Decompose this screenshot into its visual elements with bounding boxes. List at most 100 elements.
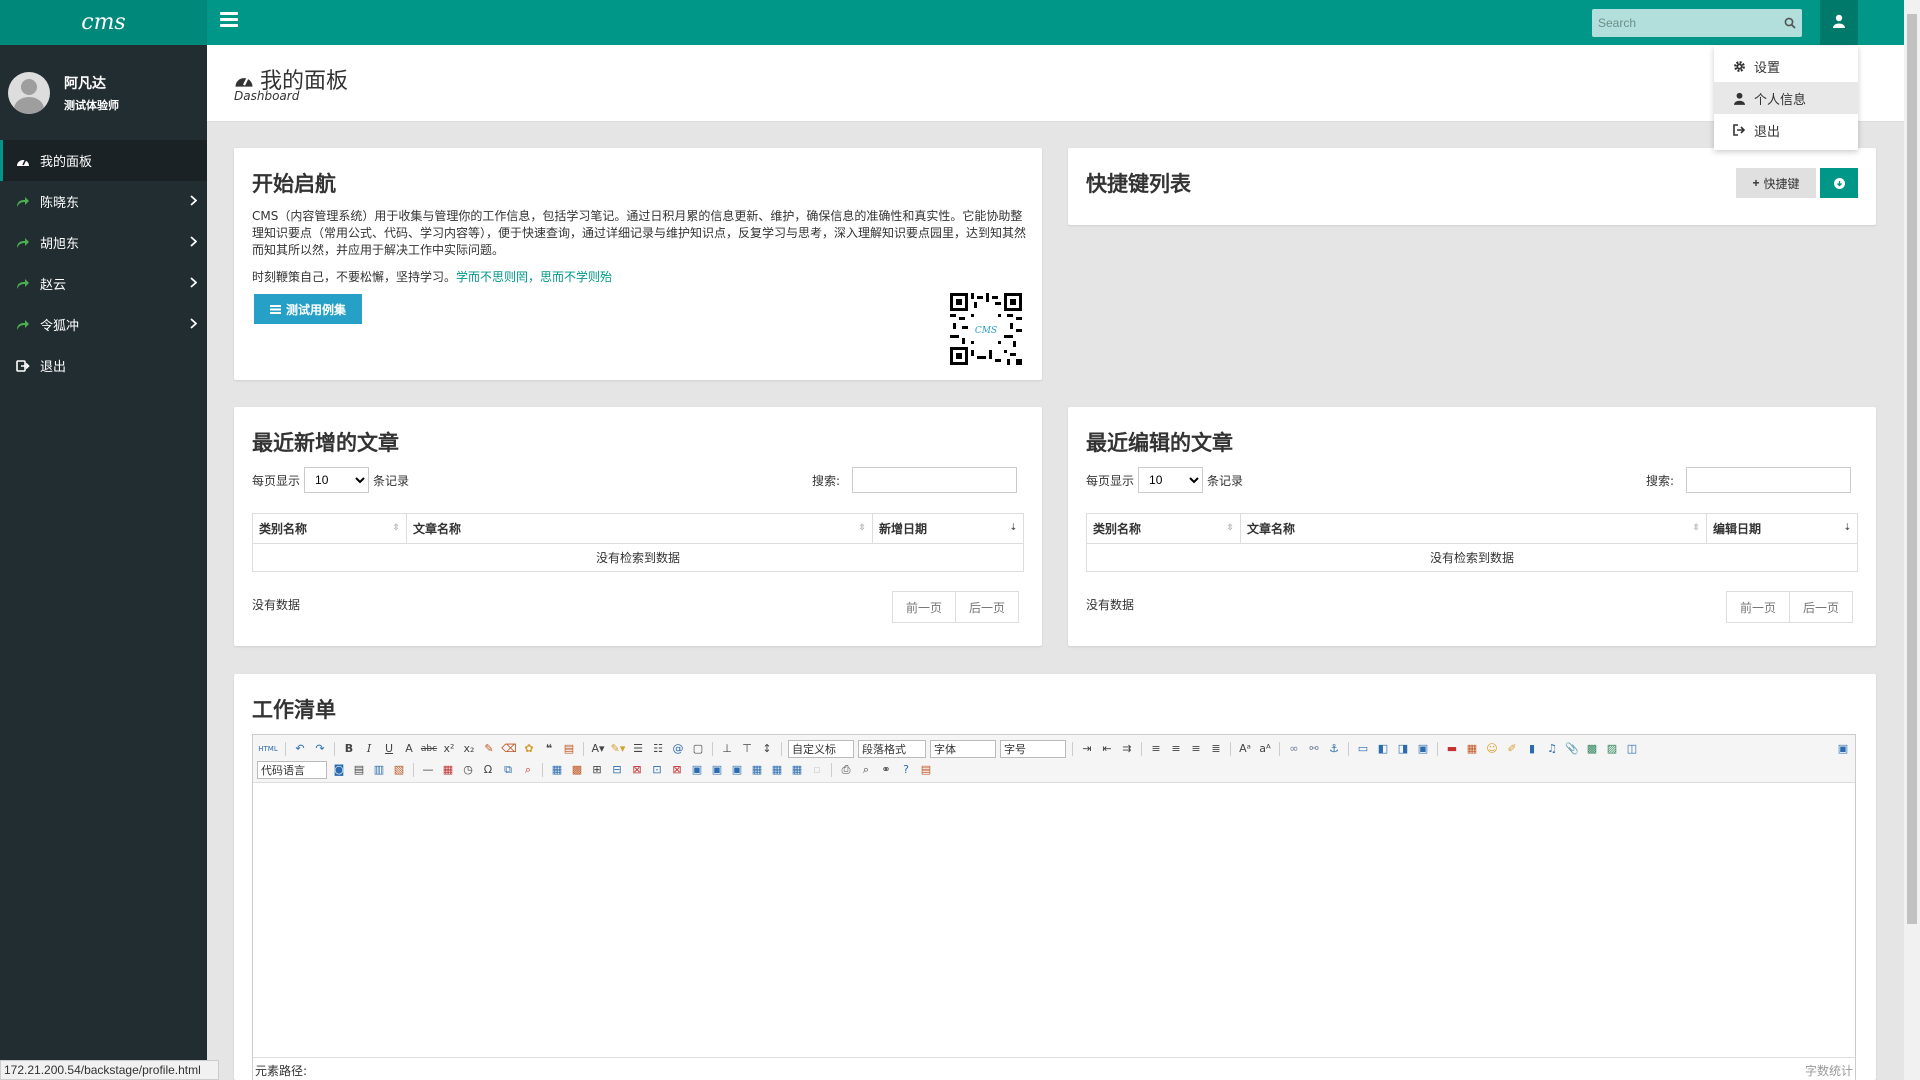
- fullscreen-icon[interactable]: ▣: [1835, 741, 1851, 757]
- brand-logo[interactable]: cms: [0, 0, 207, 45]
- custom-title-select[interactable]: 自定义标: [788, 739, 854, 758]
- template-icon[interactable]: ▤: [351, 762, 367, 778]
- uppercase-icon[interactable]: Aᵃ: [1237, 741, 1253, 757]
- menu-item-profile[interactable]: 个人信息: [1714, 82, 1858, 114]
- clear-doc-icon[interactable]: ▢: [690, 741, 706, 757]
- add-shortcut-button[interactable]: + 快捷键: [1736, 168, 1816, 198]
- print-icon[interactable]: ⎙: [838, 762, 854, 778]
- image-none-icon[interactable]: ▭: [1355, 741, 1371, 757]
- next-page-button[interactable]: 后一页: [1790, 591, 1854, 623]
- image-right-icon[interactable]: ◨: [1395, 741, 1411, 757]
- help-icon[interactable]: ?: [898, 762, 914, 778]
- delete-row-icon[interactable]: ⊠: [629, 762, 645, 778]
- per-page-select[interactable]: 10: [1138, 467, 1204, 493]
- delete-table-icon[interactable]: ▩: [569, 762, 585, 778]
- next-page-button[interactable]: 后一页: [956, 591, 1020, 623]
- search-icon[interactable]: [1778, 9, 1802, 37]
- font-family-select[interactable]: 字体: [930, 739, 996, 758]
- sidebar-item-chenxiaodong[interactable]: 陈晓东: [0, 181, 207, 222]
- blockquote-icon[interactable]: ❝: [541, 741, 557, 757]
- snapscreen-icon[interactable]: ⧉: [500, 762, 516, 778]
- ordered-list-icon[interactable]: ☰: [630, 741, 646, 757]
- strikethrough-icon[interactable]: abc: [421, 741, 437, 757]
- line-height-icon[interactable]: ↕: [759, 741, 775, 757]
- image-center-icon[interactable]: ▣: [1415, 741, 1431, 757]
- horizontal-rule-icon[interactable]: —: [420, 762, 436, 778]
- page-break-icon[interactable]: ◙: [331, 762, 347, 778]
- merge-right-icon[interactable]: ▣: [709, 762, 725, 778]
- scrollbar-thumb[interactable]: [1907, 14, 1917, 924]
- bold-icon[interactable]: B: [341, 741, 357, 757]
- column-header-article[interactable]: 文章名称 ⇳: [406, 513, 873, 544]
- direction-ltr-icon[interactable]: ⇥: [1079, 741, 1095, 757]
- sidebar-item-linghuchong[interactable]: 令狐冲: [0, 304, 207, 345]
- paragraph-format-select[interactable]: 段落格式: [858, 739, 926, 758]
- image-left-icon[interactable]: ◧: [1375, 741, 1391, 757]
- row-spacing-bottom-icon[interactable]: ⊤: [739, 741, 755, 757]
- search-input[interactable]: [1592, 9, 1778, 37]
- align-left-icon[interactable]: ≡: [1148, 741, 1164, 757]
- column-header-category[interactable]: 类别名称 ⇳: [252, 513, 407, 544]
- chart-icon[interactable]: ▫: [809, 762, 825, 778]
- font-size-select[interactable]: 字号: [1000, 739, 1066, 758]
- simple-upload-icon[interactable]: ▬: [1444, 741, 1460, 757]
- paste-plain-icon[interactable]: ▤: [561, 741, 577, 757]
- italic-icon[interactable]: I: [361, 741, 377, 757]
- prev-page-button[interactable]: 前一页: [892, 591, 957, 623]
- time-icon[interactable]: ◷: [460, 762, 476, 778]
- lowercase-icon[interactable]: aᴬ: [1257, 741, 1273, 757]
- anchor-icon[interactable]: ⚓: [1326, 741, 1342, 757]
- underline-icon[interactable]: U: [381, 741, 397, 757]
- html-source-button[interactable]: HTML: [257, 741, 279, 757]
- split-cols-icon[interactable]: ▦: [789, 762, 805, 778]
- column-header-category[interactable]: 类别名称 ⇳: [1086, 513, 1241, 544]
- drafts-icon[interactable]: ▤: [918, 762, 934, 778]
- wordimage-icon[interactable]: ▧: [391, 762, 407, 778]
- merge-down-icon[interactable]: ▣: [729, 762, 745, 778]
- align-justify-icon[interactable]: ≣: [1208, 741, 1224, 757]
- search-replace-icon[interactable]: ⌕: [520, 762, 536, 778]
- shortcut-action-button[interactable]: [1820, 168, 1858, 198]
- preview-icon[interactable]: ⌕: [858, 762, 874, 778]
- clear-format-icon[interactable]: ⌫: [501, 741, 517, 757]
- align-center-icon[interactable]: ≡: [1168, 741, 1184, 757]
- per-page-select[interactable]: 10: [304, 467, 370, 493]
- attachment-icon[interactable]: 📎: [1564, 741, 1580, 757]
- column-header-date[interactable]: 编辑日期 ⇣: [1706, 513, 1858, 544]
- align-right-icon[interactable]: ≡: [1188, 741, 1204, 757]
- editor-content-area[interactable]: [253, 783, 1855, 1057]
- font-color-icon[interactable]: A▾: [590, 741, 606, 757]
- format-match-icon[interactable]: ✎: [481, 741, 497, 757]
- insert-row-icon[interactable]: ⊟: [609, 762, 625, 778]
- gmap-icon[interactable]: ▨: [1604, 741, 1620, 757]
- column-header-article[interactable]: 文章名称 ⇳: [1240, 513, 1707, 544]
- test-cases-button[interactable]: 测试用例集: [254, 294, 362, 324]
- search-replace-binoculars-icon[interactable]: ⚭: [878, 762, 894, 778]
- emotion-icon[interactable]: ☺: [1484, 741, 1500, 757]
- menu-item-settings[interactable]: 设置: [1714, 50, 1858, 82]
- auto-typeset-icon[interactable]: ✿: [521, 741, 537, 757]
- row-spacing-top-icon[interactable]: ⊥: [719, 741, 735, 757]
- user-menu-button[interactable]: [1820, 0, 1858, 45]
- sidebar-item-zhaoyun[interactable]: 赵云: [0, 263, 207, 304]
- column-header-date[interactable]: 新增日期 ⇣: [872, 513, 1024, 544]
- background-color-icon[interactable]: ✎▾: [610, 741, 626, 757]
- select-all-icon[interactable]: @: [670, 741, 686, 757]
- page-scrollbar[interactable]: [1904, 0, 1920, 1080]
- date-icon[interactable]: ▦: [440, 762, 456, 778]
- insert-image-icon[interactable]: ▦: [1464, 741, 1480, 757]
- unlink-icon[interactable]: ⚯: [1306, 741, 1322, 757]
- prev-page-button[interactable]: 前一页: [1726, 591, 1791, 623]
- split-cells-icon[interactable]: ▦: [749, 762, 765, 778]
- unordered-list-icon[interactable]: ☷: [650, 741, 666, 757]
- sidebar-toggle-button[interactable]: [220, 12, 238, 30]
- scrawl-icon[interactable]: ✐: [1504, 741, 1520, 757]
- table-search-input[interactable]: [852, 467, 1018, 493]
- table-search-input[interactable]: [1686, 467, 1852, 493]
- music-icon[interactable]: ♫: [1544, 741, 1560, 757]
- background-icon[interactable]: ▥: [371, 762, 387, 778]
- insert-col-icon[interactable]: ⊡: [649, 762, 665, 778]
- split-rows-icon[interactable]: ▦: [769, 762, 785, 778]
- special-char-icon[interactable]: Ω: [480, 762, 496, 778]
- map-icon[interactable]: ▩: [1584, 741, 1600, 757]
